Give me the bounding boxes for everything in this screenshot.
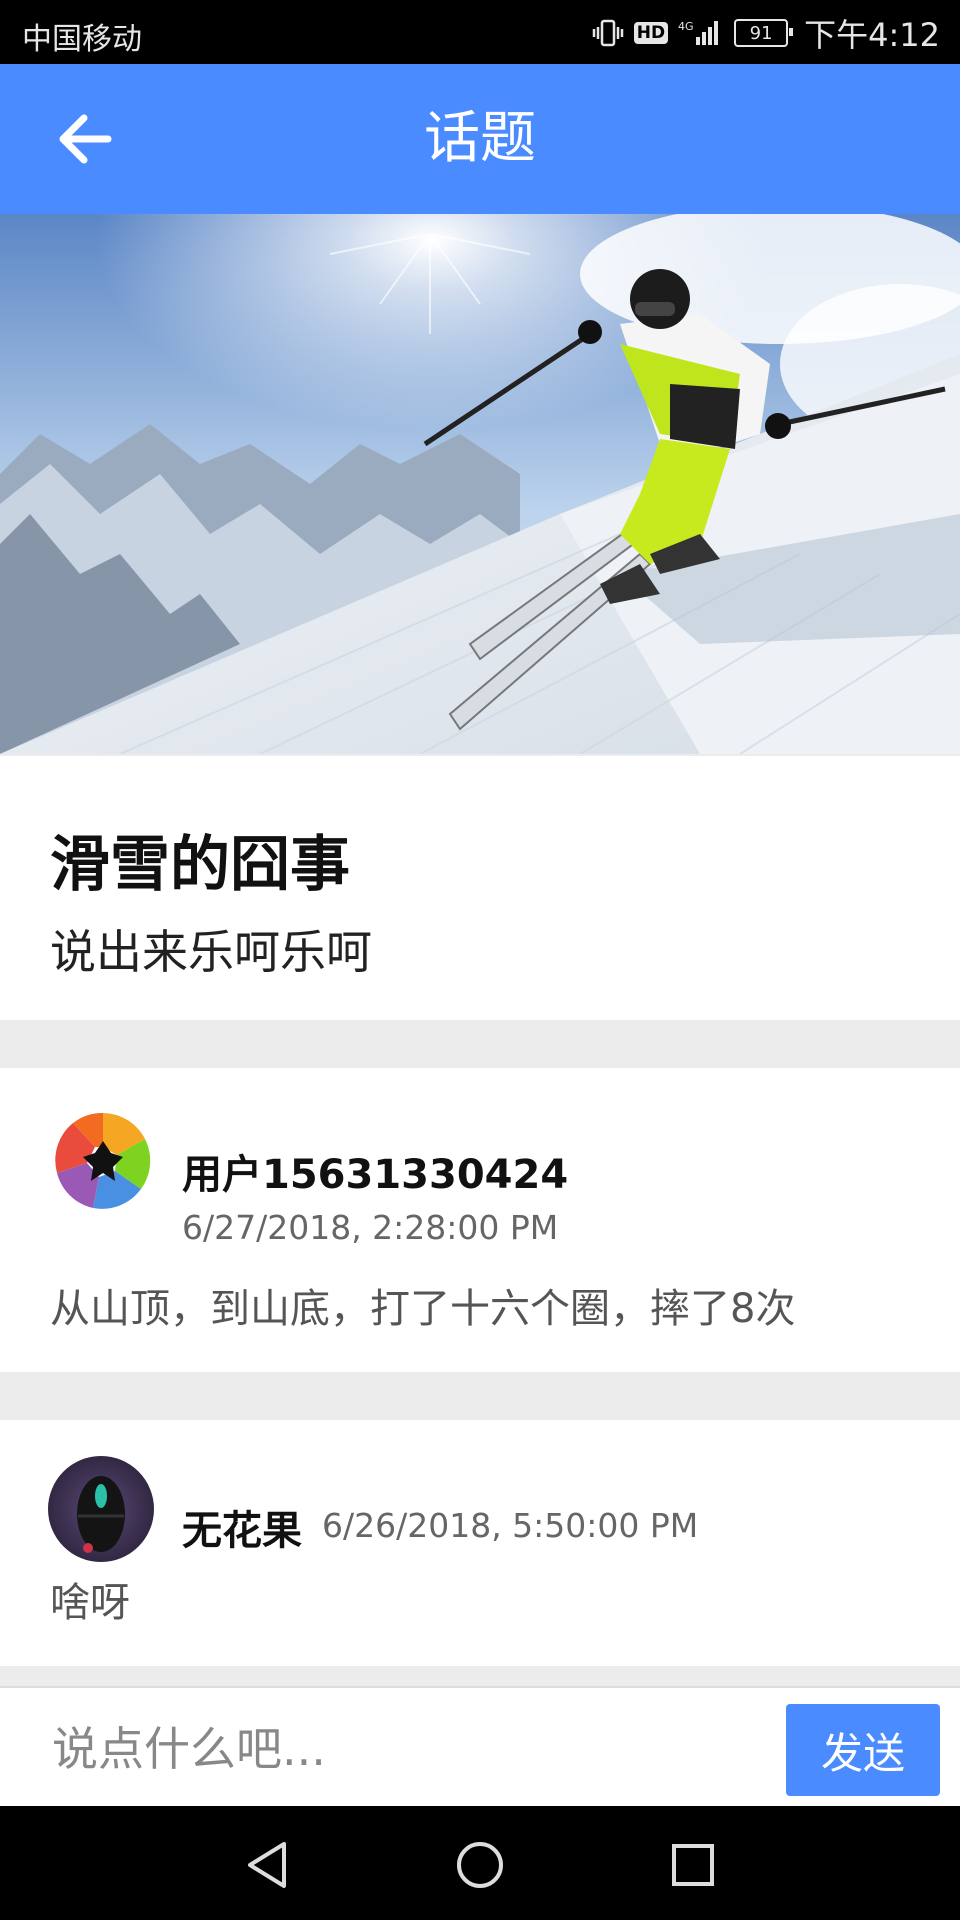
hd-icon: HD [633,22,669,44]
page-title: 话题 [424,106,536,171]
topic-card: 滑雪的囧事 说出来乐呵乐呵 [0,756,960,1020]
comment-username[interactable]: 无花果 [182,1498,302,1556]
vibrate-icon [592,19,624,47]
comment-time: 6/27/2018, 2:28:00 PM [182,1208,559,1247]
app-bar: 话题 [0,64,960,214]
avatar[interactable] [50,1108,156,1214]
avatar[interactable] [48,1456,154,1562]
carrier-label: 中国移动 [22,22,142,57]
topic-title: 滑雪的囧事 [50,830,350,900]
battery-level: 91 [749,22,773,44]
comment-input[interactable] [50,1706,754,1792]
comment-text: 啥呀 [50,1580,130,1626]
system-nav-bar [0,1806,960,1920]
topic-cover-image [0,214,960,754]
recents-square-icon[interactable] [666,1838,720,1892]
comment-time: 6/26/2018, 5:50:00 PM [322,1506,699,1545]
signal-icon: 4G [678,20,719,45]
back-triangle-icon[interactable] [240,1838,294,1892]
comment-input-bar: 发送 [0,1686,960,1808]
battery-icon: 91 [734,19,794,47]
clock: 下午4:12 [804,16,940,54]
comment-text: 从山顶，到山底，打了十六个圈，摔了8次 [50,1286,796,1332]
topic-subtitle: 说出来乐呵乐呵 [50,925,372,979]
send-button[interactable]: 发送 [786,1704,940,1796]
status-icons: HD 4G 91 下午4:12 [592,10,940,56]
status-bar: 中国移动 HD 4G 91 下午4:12 [0,0,960,64]
home-circle-icon[interactable] [453,1838,507,1892]
svg-text:4G: 4G [678,20,694,33]
comment-username[interactable]: 用户15631330424 [182,1142,568,1200]
comment-item: 无花果 6/26/2018, 5:50:00 PM 啥呀 [0,1420,960,1666]
comment-item: 用户15631330424 6/27/2018, 2:28:00 PM 从山顶，… [0,1068,960,1372]
